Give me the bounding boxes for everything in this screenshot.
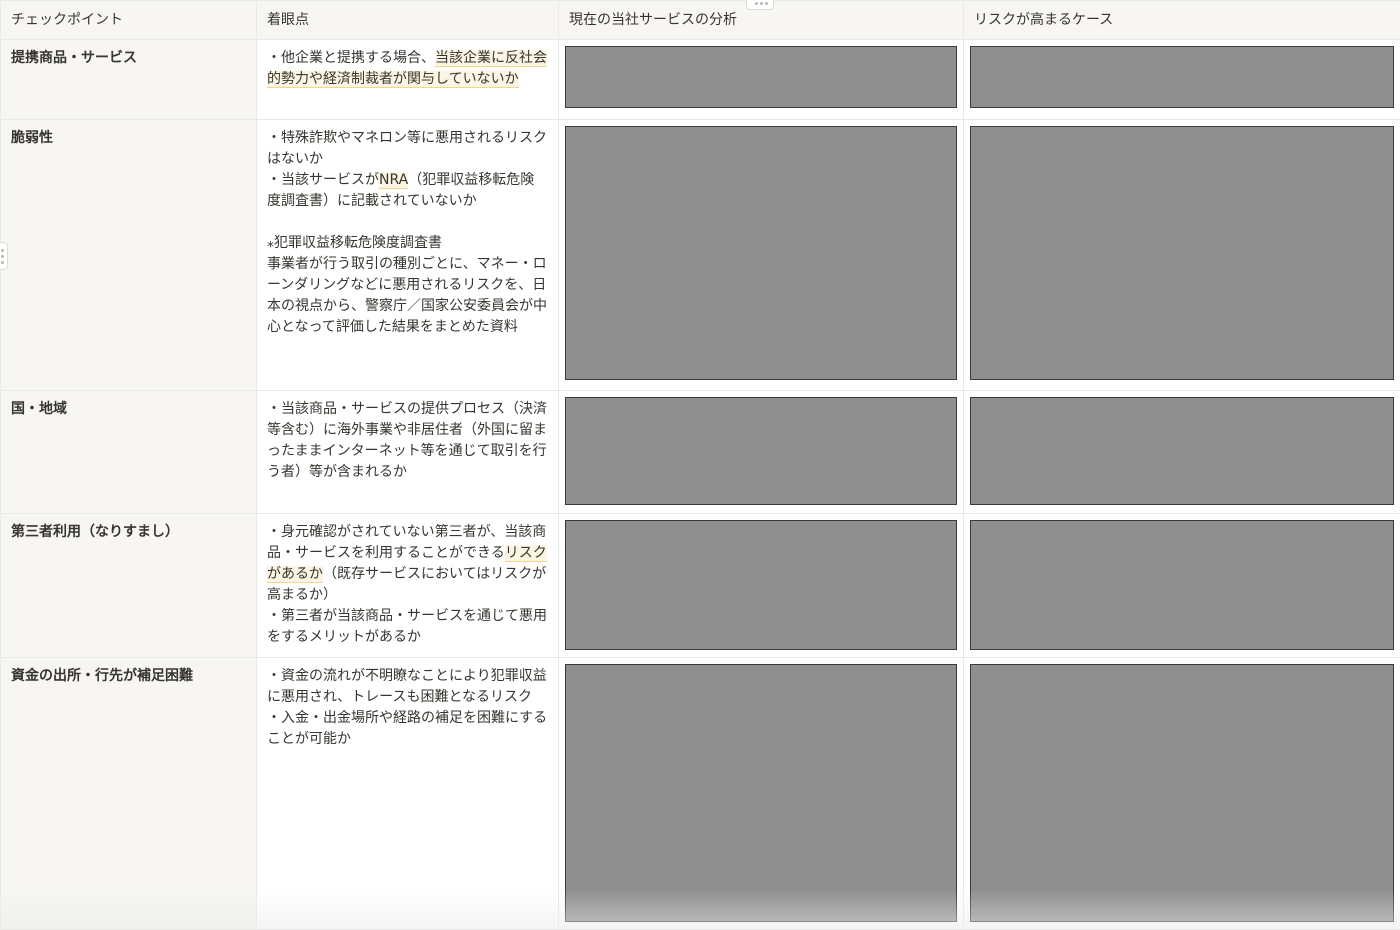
checkpoint-label: 資金の出所・行先が補足困難: [1, 658, 256, 695]
table-row: 資金の出所・行先が補足困難 ・資金の流れが不明瞭なことにより犯罪収益に悪用され、…: [1, 658, 1400, 930]
analysis-cell[interactable]: [559, 40, 964, 120]
focus-text: ・特殊詐欺やマネロン等に悪用されるリスクはないか ・当該サービスがNRA（犯罪収…: [257, 120, 558, 346]
risk-checklist-table: チェックポイント 着眼点 現在の当社サービスの分析 リスクが高まるケース 提携商…: [0, 0, 1400, 930]
analysis-cell[interactable]: [559, 391, 964, 514]
focus-text-part: （犯罪収益移転危険度調査書）に記載されていないか ⁎犯罪収益移転危険度調査書 事…: [267, 172, 547, 335]
focus-text: ・当該商品・サービスの提供プロセス（決済等含む）に海外事業や非居住者（外国に留ま…: [257, 391, 558, 491]
checkpoint-cell[interactable]: 国・地域: [1, 391, 257, 514]
focus-text: ・他企業と提携する場合、当該企業に反社会的勢力や経済制裁者が関与していないか: [257, 40, 558, 98]
focus-text: ・資金の流れが不明瞭なことにより犯罪収益に悪用され、トレースも困難となるリスク …: [257, 658, 558, 758]
focus-cell[interactable]: ・当該商品・サービスの提供プロセス（決済等含む）に海外事業や非居住者（外国に留ま…: [257, 391, 559, 514]
table-row: 第三者利用（なりすまし） ・身元確認がされていない第三者が、当該商品・サービスを…: [1, 514, 1400, 658]
checkpoint-cell[interactable]: 資金の出所・行先が補足困難: [1, 658, 257, 930]
focus-text-part: ・当該商品・サービスの提供プロセス（決済等含む）に海外事業や非居住者（外国に留ま…: [267, 401, 547, 480]
table-row: 脆弱性 ・特殊詐欺やマネロン等に悪用されるリスクはないか ・当該サービスがNRA…: [1, 120, 1400, 391]
focus-cell[interactable]: ・特殊詐欺やマネロン等に悪用されるリスクはないか ・当該サービスがNRA（犯罪収…: [257, 120, 559, 391]
table-row: 提携商品・サービス ・他企業と提携する場合、当該企業に反社会的勢力や経済制裁者が…: [1, 40, 1400, 120]
redacted-block: [970, 520, 1394, 650]
redacted-block: [565, 46, 957, 108]
header-row: チェックポイント 着眼点 現在の当社サービスの分析 リスクが高まるケース: [1, 1, 1400, 40]
analysis-cell[interactable]: [559, 514, 964, 658]
checkpoint-cell[interactable]: 脆弱性: [1, 120, 257, 391]
analysis-cell[interactable]: [559, 120, 964, 391]
table-row: 国・地域 ・当該商品・サービスの提供プロセス（決済等含む）に海外事業や非居住者（…: [1, 391, 1400, 514]
redacted-block: [970, 664, 1394, 922]
checkpoint-cell[interactable]: 提携商品・サービス: [1, 40, 257, 120]
redacted-block: [565, 126, 957, 380]
focus-cell[interactable]: ・資金の流れが不明瞭なことにより犯罪収益に悪用され、トレースも困難となるリスク …: [257, 658, 559, 930]
header-risk-cases[interactable]: リスクが高まるケース: [964, 1, 1400, 40]
risk-case-cell[interactable]: [964, 658, 1400, 930]
checkpoint-label: 国・地域: [1, 391, 256, 428]
checkpoint-label: 第三者利用（なりすまし）: [1, 514, 256, 551]
checkpoint-label: 脆弱性: [1, 120, 256, 157]
risk-case-cell[interactable]: [964, 391, 1400, 514]
focus-text-part: ・他企業と提携する場合、: [267, 50, 435, 66]
column-drag-handle[interactable]: [746, 0, 774, 10]
focus-cell[interactable]: ・身元確認がされていない第三者が、当該商品・サービスを利用することができるリスク…: [257, 514, 559, 658]
focus-cell[interactable]: ・他企業と提携する場合、当該企業に反社会的勢力や経済制裁者が関与していないか: [257, 40, 559, 120]
redacted-block: [970, 397, 1394, 505]
header-focus-point[interactable]: 着眼点: [257, 1, 559, 40]
focus-text-part: ・資金の流れが不明瞭なことにより犯罪収益に悪用され、トレースも困難となるリスク …: [267, 668, 547, 747]
redacted-block: [970, 46, 1394, 108]
redacted-block: [970, 126, 1394, 380]
checkpoint-cell[interactable]: 第三者利用（なりすまし）: [1, 514, 257, 658]
risk-case-cell[interactable]: [964, 120, 1400, 391]
redacted-block: [565, 397, 957, 505]
checkpoint-label: 提携商品・サービス: [1, 40, 256, 77]
analysis-cell[interactable]: [559, 658, 964, 930]
row-drag-handle[interactable]: [0, 242, 8, 270]
risk-case-cell[interactable]: [964, 514, 1400, 658]
redacted-block: [565, 664, 957, 922]
focus-highlight: NRA: [379, 172, 408, 189]
header-checkpoint[interactable]: チェックポイント: [1, 1, 257, 40]
risk-case-cell[interactable]: [964, 40, 1400, 120]
redacted-block: [565, 520, 957, 650]
focus-text: ・身元確認がされていない第三者が、当該商品・サービスを利用することができるリスク…: [257, 514, 558, 656]
